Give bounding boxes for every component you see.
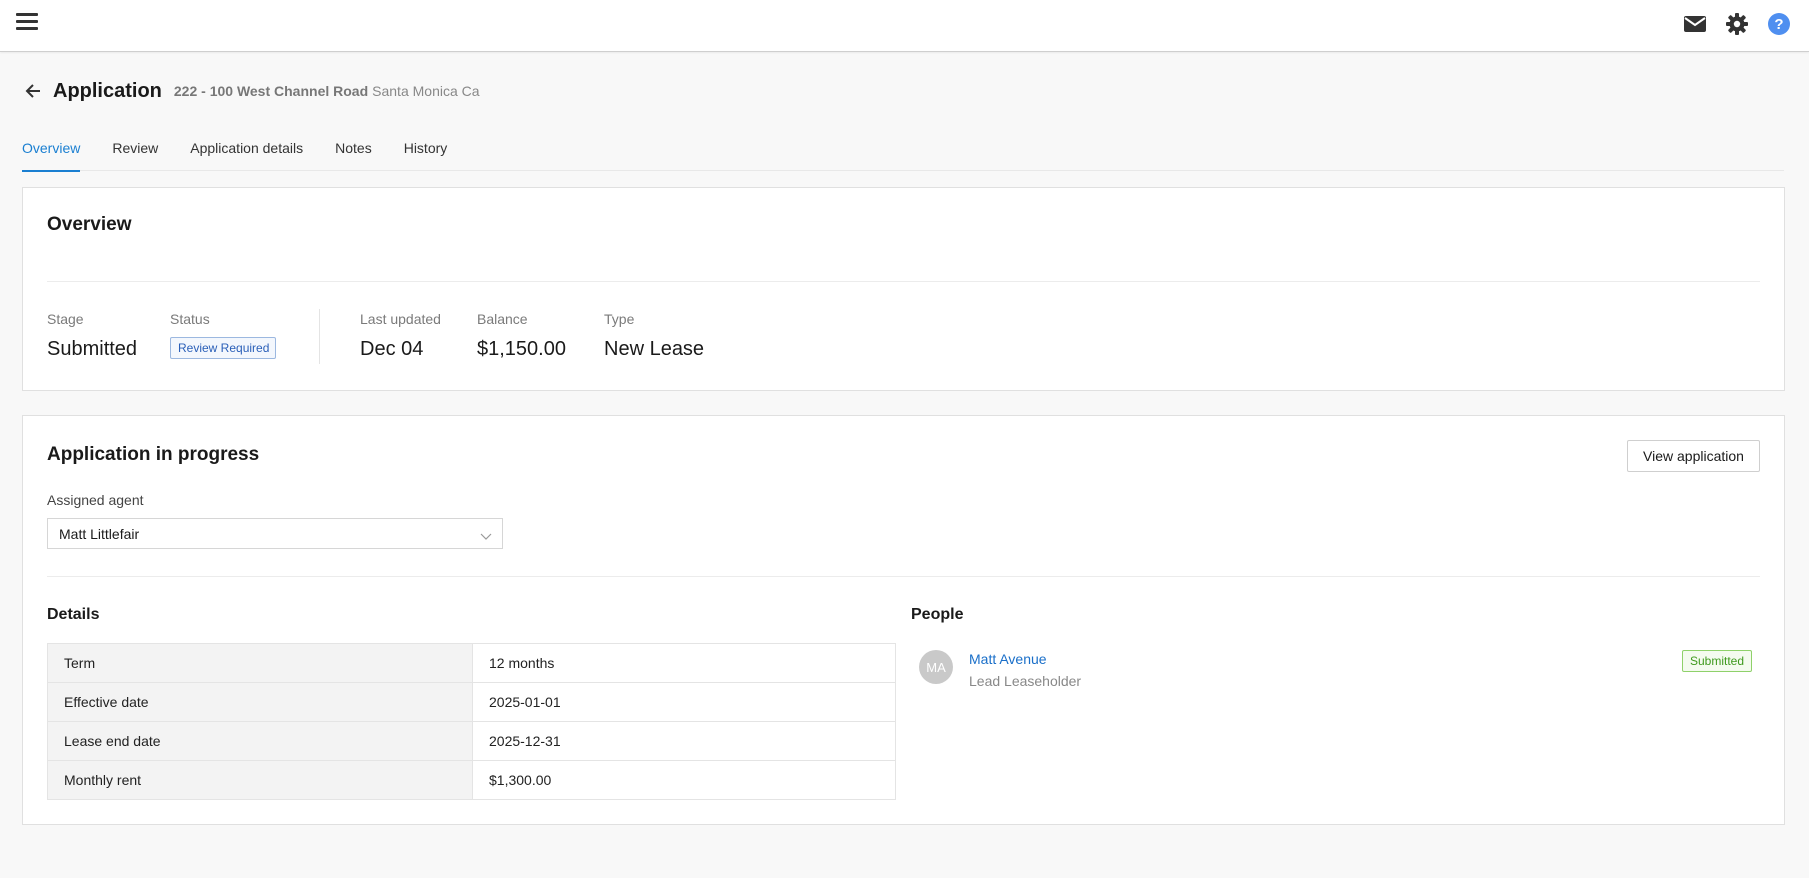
details-key: Term <box>48 644 473 682</box>
view-application-button[interactable]: View application <box>1627 440 1760 472</box>
top-bar: ? <box>0 0 1809 52</box>
stat-balance-value: $1,150.00 <box>477 338 566 360</box>
overview-card: Overview Stage Submitted Status Review R… <box>22 187 1785 391</box>
details-value: $1,300.00 <box>489 772 552 788</box>
people-title: People <box>911 606 964 623</box>
stat-last-updated: Last updated Dec 04 <box>360 311 441 361</box>
progress-title: Application in progress <box>47 444 260 465</box>
stat-type-label: Type <box>604 311 635 327</box>
details-key: Lease end date <box>48 722 473 760</box>
assigned-agent-label: Assigned agent <box>47 492 144 508</box>
person-name-link[interactable]: Matt Avenue <box>969 651 1047 667</box>
stat-balance-label: Balance <box>477 311 528 327</box>
stat-type-value: New Lease <box>604 338 705 360</box>
details-key: Effective date <box>48 683 473 721</box>
overview-title: Overview <box>47 214 132 235</box>
assigned-agent-select[interactable]: Matt Littlefair <box>47 518 503 549</box>
stat-last-updated-value: Dec 04 <box>360 338 424 360</box>
menu-icon[interactable] <box>14 10 42 34</box>
top-bar-actions: ? <box>1682 11 1792 37</box>
tab-overview[interactable]: Overview <box>22 134 81 172</box>
gear-icon[interactable] <box>1724 11 1750 37</box>
table-row: Lease end date 2025-12-31 <box>48 722 895 761</box>
stat-stage-value: Submitted <box>47 338 138 360</box>
details-value: 2025-12-31 <box>489 733 561 749</box>
chevron-down-icon <box>480 528 492 544</box>
progress-divider <box>47 576 1760 577</box>
overview-divider <box>47 281 1760 282</box>
stat-last-updated-label: Last updated <box>360 311 441 327</box>
tab-notes[interactable]: Notes <box>335 134 372 171</box>
status-badge: Submitted <box>1681 650 1752 672</box>
table-row: Term 12 months <box>48 644 895 683</box>
tab-history[interactable]: History <box>404 134 448 171</box>
help-icon-glyph: ? <box>1774 16 1783 33</box>
stat-stage: Stage Submitted <box>47 311 137 361</box>
property-city: Santa Monica Ca <box>372 83 480 99</box>
stat-status: Status Review Required <box>170 311 277 359</box>
back-arrow-icon[interactable] <box>21 79 45 103</box>
property-address: 222 - 100 West Channel Road <box>173 83 369 99</box>
stat-type: Type New Lease <box>604 311 704 361</box>
page-title: Application <box>53 79 162 102</box>
details-key: Monthly rent <box>48 761 473 799</box>
stat-stage-label: Stage <box>47 311 84 327</box>
stat-balance: Balance $1,150.00 <box>477 311 566 361</box>
mail-icon[interactable] <box>1682 11 1708 37</box>
avatar: MA <box>919 650 953 684</box>
page-header: Application 222 - 100 West Channel Road … <box>21 76 480 106</box>
assigned-agent-value: Matt Littlefair <box>59 526 140 542</box>
tab-review[interactable]: Review <box>112 134 158 171</box>
status-badge: Review Required <box>170 337 277 359</box>
stat-status-label: Status <box>170 311 210 327</box>
application-progress-card: Application in progress View application… <box>22 415 1785 825</box>
details-table: Term 12 months Effective date 2025-01-01… <box>47 643 896 800</box>
stat-separator <box>319 309 320 364</box>
person-role: Lead Leaseholder <box>969 673 1082 689</box>
details-value: 2025-01-01 <box>489 694 561 710</box>
details-title: Details <box>47 606 100 623</box>
tab-bar: Overview Review Application details Note… <box>22 134 1784 172</box>
details-value: 12 months <box>489 655 555 671</box>
tab-application-details[interactable]: Application details <box>190 134 303 171</box>
list-item: MA Matt Avenue Lead Leaseholder Submitte… <box>919 650 1752 700</box>
table-row: Monthly rent $1,300.00 <box>48 761 895 799</box>
help-icon[interactable]: ? <box>1766 11 1792 37</box>
table-row: Effective date 2025-01-01 <box>48 683 895 722</box>
